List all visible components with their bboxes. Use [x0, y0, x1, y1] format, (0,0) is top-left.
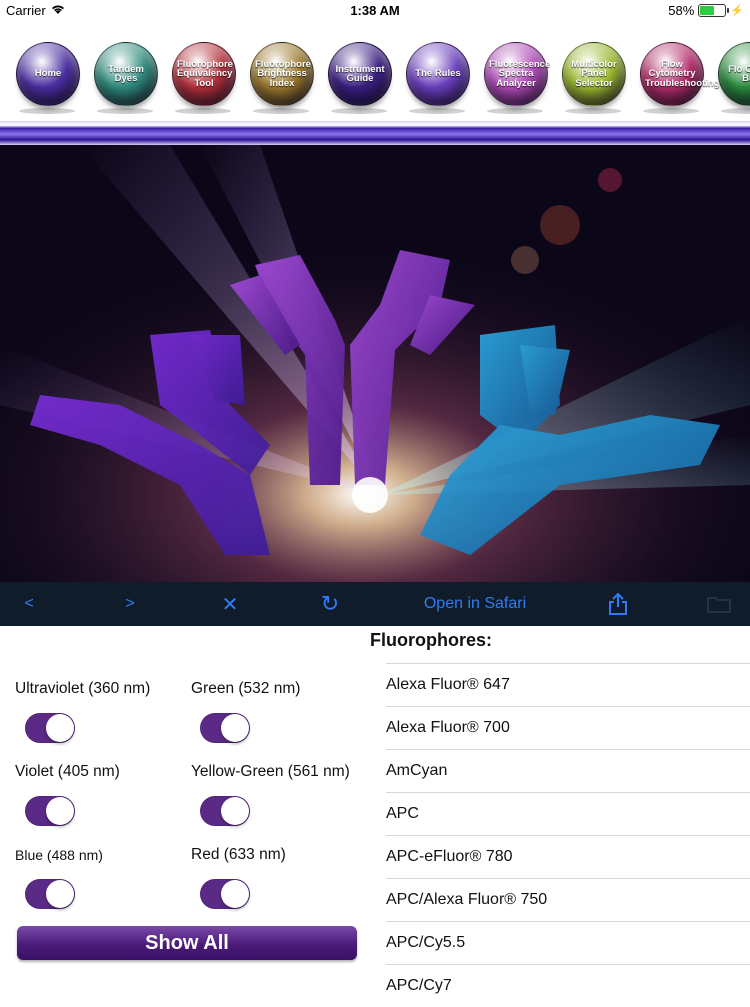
list-item[interactable]: Alexa Fluor® 647: [386, 663, 750, 706]
fluorophore-panel: Fluorophores: Alexa Fluor® 647 Alexa Flu…: [370, 626, 750, 1000]
nav-orb-multicolor-panel-selector[interactable]: Multicolor Panel Selector: [562, 42, 626, 106]
laser-label-violet: Violet (405 nm): [15, 763, 120, 780]
list-item[interactable]: AmCyan: [386, 749, 750, 792]
list-item[interactable]: APC/Cy5.5: [386, 921, 750, 964]
toggle-ultraviolet[interactable]: [25, 713, 75, 743]
fluorophore-name: AmCyan: [386, 762, 448, 779]
nav-orb-label: Fluorophore Brightness Index: [255, 58, 311, 89]
nav-orb-the-rules[interactable]: The Rules: [406, 42, 470, 106]
nav-orb-tandem-dyes[interactable]: Tandem Dyes: [94, 42, 158, 106]
nav-orb-shadow: [565, 108, 621, 114]
laser-label-blue: Blue (488 nm): [15, 847, 103, 863]
status-bar: Carrier 1:38 AM 58% ⚡: [0, 0, 750, 22]
nav-orb-label: Flo Cyton Buf: [728, 63, 750, 84]
orb-navigation: Home Tandem Dyes Fluorophore Equivalency T…: [0, 22, 750, 120]
back-button[interactable]: <: [14, 582, 44, 626]
nav-orb-fluorophore-brightness-index[interactable]: Fluorophore Brightness Index: [250, 42, 314, 106]
toggle-blue[interactable]: [25, 879, 75, 909]
list-item[interactable]: APC: [386, 792, 750, 835]
toggle-green[interactable]: [200, 713, 250, 743]
battery-percent: 58%: [668, 3, 695, 18]
nav-orb-fluorescence-spectra-analyzer[interactable]: Fluorescence Spectra Analyzer: [484, 42, 551, 106]
toggle-red[interactable]: [200, 879, 250, 909]
nav-orb-shadow: [97, 108, 153, 114]
share-icon[interactable]: [603, 582, 633, 626]
fluorophore-name: APC: [386, 805, 419, 822]
fluorophore-name: APC-eFluor® 780: [386, 848, 513, 865]
nav-orb-label: Fluorescence Spectra Analyzer: [489, 58, 551, 89]
nav-orb-instrument-guide[interactable]: Instrument Guide: [328, 42, 392, 106]
folder-icon[interactable]: [704, 582, 734, 626]
nav-orb-home[interactable]: Home: [16, 42, 80, 106]
nav-orb-label: Tandem Dyes: [108, 63, 144, 84]
battery-icon: [698, 4, 730, 17]
fluorophores-heading: Fluorophores:: [370, 630, 492, 650]
nav-orb-label: Home: [34, 68, 62, 80]
nav-orb-label: The Rules: [415, 68, 461, 80]
laser-label-red: Red (633 nm): [191, 846, 286, 863]
charging-icon: ⚡: [730, 5, 744, 17]
nav-orb-shadow: [643, 108, 699, 114]
nav-orb-label: Instrument Guide: [335, 63, 385, 84]
list-item[interactable]: APC-eFluor® 780: [386, 835, 750, 878]
nav-orb-shadow: [487, 108, 543, 114]
list-item[interactable]: Alexa Fluor® 700: [386, 706, 750, 749]
list-item[interactable]: APC/Cy7: [386, 964, 750, 1007]
fluorophore-name: Alexa Fluor® 700: [386, 719, 510, 736]
nav-orb-label: Fluorophore Equivalency Tool: [177, 58, 233, 89]
fluorophore-list: Alexa Fluor® 647 Alexa Fluor® 700 AmCyan…: [386, 663, 750, 1007]
toggle-violet[interactable]: [25, 796, 75, 826]
reload-button[interactable]: ↻: [315, 582, 345, 626]
open-in-safari-button[interactable]: Open in Safari: [400, 582, 550, 626]
nav-orb-shadow: [19, 108, 75, 114]
laser-label-yellow-green: Yellow-Green (561 nm): [191, 763, 350, 780]
fluorophore-name: APC/Cy7: [386, 977, 452, 994]
fluorophore-name: Alexa Fluor® 647: [386, 676, 510, 693]
purple-divider: [0, 121, 750, 145]
nav-orb-flow-cytometry-troubleshooting[interactable]: Flow Cytometry Troubleshooting: [640, 42, 720, 106]
toggle-yellow-green[interactable]: [200, 796, 250, 826]
nav-orb-shadow: [409, 108, 465, 114]
nav-orb-label: Multicolor Panel Selector: [571, 58, 617, 89]
nav-orb-shadow: [175, 108, 231, 114]
hero-antibody-image: [0, 145, 750, 582]
clock: 1:38 AM: [350, 3, 400, 18]
fluorophore-name: APC/Cy5.5: [386, 934, 466, 951]
fluorophore-name: APC/Alexa Fluor® 750: [386, 891, 548, 908]
browser-toolbar: < > ✕ ↻ Open in Safari: [0, 582, 750, 626]
list-item[interactable]: APC/Alexa Fluor® 750: [386, 878, 750, 921]
laser-label-green: Green (532 nm): [191, 680, 301, 697]
show-all-button[interactable]: Show All: [17, 926, 357, 960]
nav-orb-shadow: [721, 108, 750, 114]
nav-orb-fluorophore-equivalency-tool[interactable]: Fluorophore Equivalency Tool: [172, 42, 236, 106]
close-button[interactable]: ✕: [215, 582, 245, 626]
nav-orb-label: Flow Cytometry Troubleshooting: [645, 58, 720, 89]
forward-button[interactable]: >: [115, 582, 145, 626]
nav-orb-shadow: [331, 108, 387, 114]
nav-orb-shadow: [253, 108, 309, 114]
nav-orb-flo-cyton-buf[interactable]: Flo Cyton Buf: [718, 42, 750, 106]
laser-selector: Ultraviolet (360 nm) Green (532 nm) Viol…: [0, 626, 360, 1000]
laser-label-ultraviolet: Ultraviolet (360 nm): [15, 680, 151, 697]
